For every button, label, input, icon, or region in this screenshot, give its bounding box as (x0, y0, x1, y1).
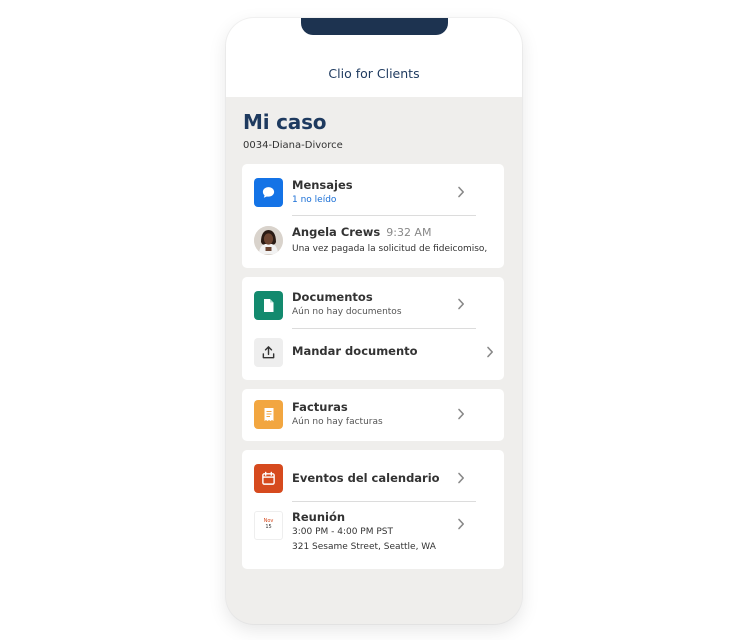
chat-bubble-icon (254, 178, 283, 207)
event-date: Nov 15 (254, 511, 283, 540)
documents-subtitle: Aún no hay documentos (292, 307, 402, 317)
messages-card: Mensajes 1 no leído Angela Crews 9:32 AM (242, 164, 504, 268)
chevron-right-icon (454, 407, 468, 421)
phone-notch (301, 18, 448, 35)
messages-row[interactable]: Mensajes 1 no leído (242, 164, 504, 216)
calendar-title: Eventos del calendario (292, 471, 440, 485)
sender-name: Angela Crews 9:32 AM (292, 225, 431, 239)
sender-name-text: Angela Crews (292, 225, 381, 239)
app-title: Clio for Clients (328, 66, 420, 81)
calendar-row[interactable]: Eventos del calendario (242, 450, 504, 501)
documents-title: Documentos (292, 290, 373, 304)
messages-title: Mensajes (292, 178, 353, 192)
event-day: 15 (265, 524, 272, 530)
upload-icon (254, 338, 283, 367)
invoices-subtitle: Aún no hay facturas (292, 417, 383, 427)
calendar-event-row[interactable]: Nov 15 Reunión 3:00 PM - 4:00 PM PST 321… (242, 502, 504, 569)
event-location: 321 Sesame Street, Seattle, WA (292, 542, 436, 552)
latest-message-row[interactable]: Angela Crews 9:32 AM Una vez pagada la s… (242, 216, 504, 268)
chevron-right-icon (454, 471, 468, 485)
send-document-row[interactable]: Mandar documento (242, 329, 504, 380)
send-document-label: Mandar documento (292, 344, 418, 358)
message-time: 9:32 AM (386, 226, 432, 239)
message-preview: Una vez pagada la solicitud de fideicomi… (292, 244, 488, 254)
chevron-right-icon (454, 185, 468, 199)
event-title: Reunión (292, 510, 346, 524)
page-title: Mi caso (243, 110, 327, 134)
document-icon (254, 291, 283, 320)
chevron-right-icon (483, 345, 497, 359)
avatar (254, 226, 283, 255)
invoices-row[interactable]: Facturas Aún no hay facturas (242, 389, 504, 441)
case-name: 0034-Diana-Divorce (243, 140, 343, 151)
app-header: Clio for Clients (226, 18, 522, 97)
documents-row[interactable]: Documentos Aún no hay documentos (242, 277, 504, 328)
unread-count: 1 no leído (292, 195, 337, 205)
chevron-right-icon (454, 517, 468, 531)
invoices-title: Facturas (292, 400, 348, 414)
calendar-card: Eventos del calendario Nov 15 Reunión 3:… (242, 450, 504, 569)
receipt-icon (254, 400, 283, 429)
phone-frame: Clio for Clients Mi caso 0034-Diana-Divo… (226, 18, 522, 624)
event-time: 3:00 PM - 4:00 PM PST (292, 527, 393, 537)
invoices-card: Facturas Aún no hay facturas (242, 389, 504, 441)
calendar-icon (254, 464, 283, 493)
documents-card: Documentos Aún no hay documentos Mandar … (242, 277, 504, 380)
chevron-right-icon (454, 297, 468, 311)
